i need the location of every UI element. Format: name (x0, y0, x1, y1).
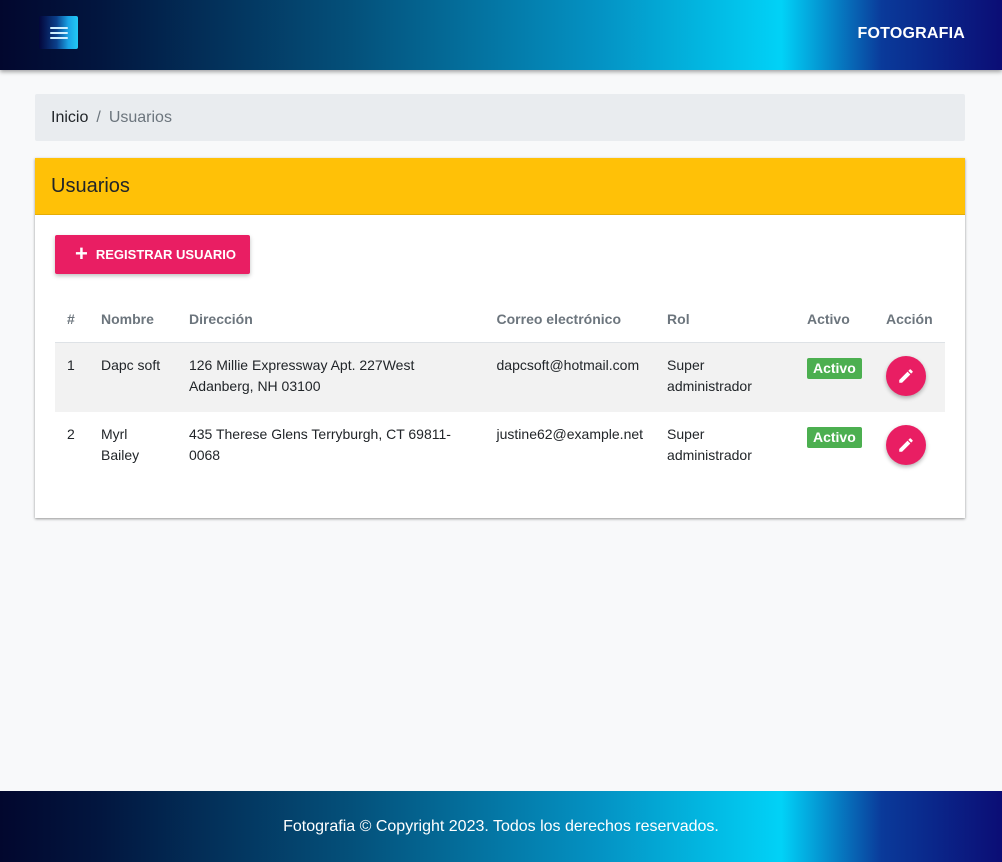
card-title: Usuarios (35, 158, 965, 215)
cell-correo: justine62@example.net (496, 426, 644, 442)
hamburger-icon-line (50, 37, 68, 39)
table-row: 1 Dapc soft 126 Millie Expressway Apt. 2… (55, 342, 945, 412)
cell-direccion: 126 Millie Expressway Apt. 227West Adanb… (176, 342, 485, 412)
col-header-correo: Correo electrónico (484, 296, 656, 343)
edit-user-button[interactable] (885, 425, 926, 465)
col-header-number: # (55, 296, 89, 343)
brand-title[interactable]: FOTOGRAFIA (858, 25, 965, 43)
breadcrumb-separator: / (96, 108, 101, 126)
table-header-row: # Nombre Dirección Correo electrónico Ro… (55, 296, 945, 343)
hamburger-icon-line (50, 32, 68, 34)
table-row: 2 Myrl Bailey 435 Therese Glens Terrybur… (55, 412, 945, 482)
cell-accion (873, 342, 945, 412)
status-badge: Activo (806, 427, 862, 448)
cell-direccion: 435 Therese Glens Terryburgh, CT 69811-0… (188, 426, 451, 463)
page-footer: Fotografia © Copyright 2023. Todos los d… (0, 791, 1002, 862)
footer-copyright: Fotografia © Copyright 2023. Todos los d… (283, 817, 719, 835)
cell-correo: dapcsoft@hotmail.com (484, 342, 656, 412)
breadcrumb-home-link[interactable]: Inicio (51, 109, 88, 127)
cell-rol: Super administrador (655, 342, 795, 412)
hamburger-icon-line (50, 27, 68, 29)
hamburger-menu-button[interactable] (39, 16, 78, 49)
pencil-icon (899, 438, 913, 452)
col-header-rol: Rol (655, 296, 795, 343)
users-card: Usuarios + REGISTRAR USUARIO # Nombre Di… (35, 158, 965, 518)
cell-activo: Activo (794, 342, 874, 412)
cell-number: 1 (55, 342, 89, 412)
breadcrumb: Inicio / Usuarios (35, 94, 965, 141)
col-header-nombre: Nombre (88, 296, 177, 343)
cell-number: 2 (67, 426, 75, 442)
cell-nombre: Myrl Bailey (100, 426, 140, 463)
col-header-direccion: Dirección (176, 296, 485, 343)
status-badge: Activo (806, 357, 862, 379)
cell-activo: Activo (795, 412, 874, 482)
breadcrumb-current: Usuarios (108, 108, 172, 126)
cell-nombre: Dapc soft (88, 342, 177, 412)
col-header-activo: Activo (794, 296, 874, 343)
cell-accion (874, 412, 945, 482)
pencil-icon (899, 368, 913, 383)
cell-rol: Super administrador (667, 426, 752, 463)
top-navbar: FOTOGRAFIA (0, 0, 1002, 70)
register-user-label: REGISTRAR USUARIO (95, 247, 236, 262)
register-user-button[interactable]: + REGISTRAR USUARIO (55, 235, 250, 274)
users-table: # Nombre Dirección Correo electrónico Ro… (55, 296, 945, 482)
col-header-accion: Acción (873, 296, 945, 343)
edit-user-button[interactable] (885, 355, 926, 396)
plus-icon: + (75, 240, 88, 266)
